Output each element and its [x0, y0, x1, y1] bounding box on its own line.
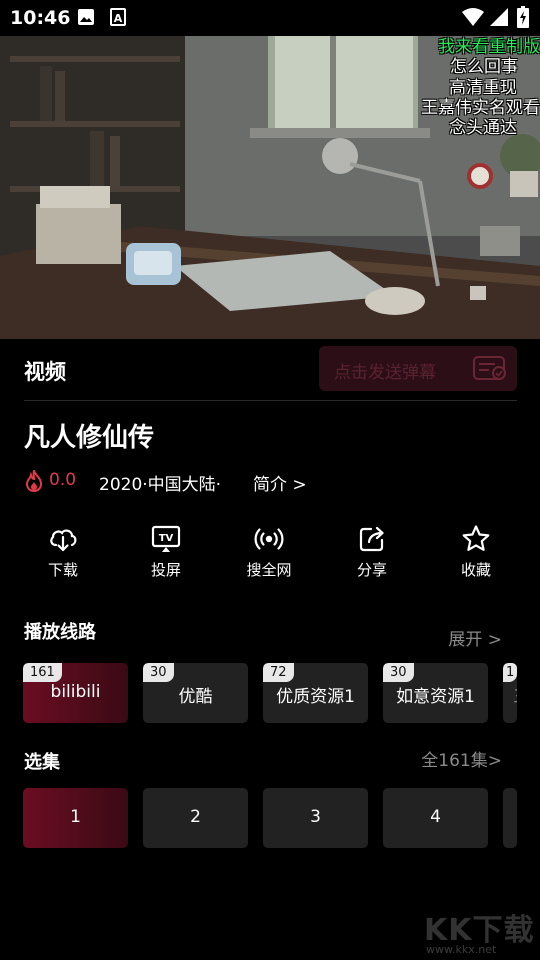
broadcast-icon	[254, 528, 284, 550]
episode-count-badge: 161	[23, 663, 62, 682]
danmaku-text: 我来看重制版	[438, 37, 540, 57]
svg-text:A: A	[114, 12, 123, 25]
episode-count-badge: 30	[383, 663, 414, 682]
watermark-url: www.kkx.net	[426, 943, 497, 956]
section-title-lines: 播放线路	[24, 622, 96, 643]
image-icon	[78, 9, 94, 25]
intro-link[interactable]: 简介 >	[253, 470, 307, 495]
tv-cast-icon: TV	[151, 525, 181, 552]
episode-number: 4	[430, 807, 441, 827]
battery-icon	[517, 6, 529, 28]
danmaku-text: 念头通达	[449, 118, 517, 138]
watermark: KK下载 www.kkx.net	[424, 905, 540, 960]
episode-button[interactable]	[503, 788, 517, 848]
signal-icon	[490, 8, 508, 26]
year-region: 2020·中国大陆·	[99, 475, 222, 495]
danmaku-comment: 高清重现	[449, 78, 517, 98]
svg-text:TV: TV	[159, 533, 174, 544]
line-name: 如意资源1	[396, 687, 475, 707]
star-icon	[462, 525, 490, 551]
all-episodes-link[interactable]: 全161集>	[421, 746, 502, 771]
episode-button[interactable]: 4	[383, 788, 488, 848]
danmaku-text: 怎么回事	[450, 57, 518, 77]
line-chip-bilibili[interactable]: 161 bilibili	[23, 663, 128, 723]
rating-score: 0.0	[49, 470, 77, 490]
danmaku-comment: 怎么回事	[450, 57, 518, 77]
section-label-video: 视频	[24, 360, 66, 384]
action-label: 分享	[356, 561, 387, 579]
line-chip-partial[interactable]: 1 三	[503, 663, 517, 723]
episode-button[interactable]: 2	[143, 788, 248, 848]
action-label: 搜全网	[246, 561, 292, 579]
action-label: 收藏	[460, 561, 491, 579]
danmaku-comment: 王嘉伟实名观看	[421, 98, 540, 118]
line-name: 优质资源1	[276, 687, 355, 707]
download-button[interactable]: 下载	[23, 524, 103, 584]
show-title: 凡人修仙传	[24, 423, 155, 453]
danmaku-comment: 我来看重制版	[438, 37, 540, 57]
line-chip-youku[interactable]: 30 优酷	[143, 663, 248, 723]
line-name: bilibili	[50, 682, 101, 702]
danmaku-text: 高清重现	[449, 78, 517, 98]
episode-number: 1	[70, 807, 81, 827]
episode-button[interactable]: 3	[263, 788, 368, 848]
favorite-button[interactable]: 收藏	[436, 524, 516, 584]
episode-number: 2	[190, 807, 201, 827]
status-bar: 10:46 A	[0, 0, 540, 36]
share-icon	[359, 526, 384, 552]
send-danmaku-placeholder: 点击发送弹幕	[334, 363, 436, 383]
video-player[interactable]: 我来看重制版 怎么回事 高清重现 王嘉伟实名观看 念头通达	[0, 36, 540, 339]
status-time: 10:46	[10, 7, 71, 29]
line-name: 优酷	[178, 687, 213, 707]
cast-button[interactable]: TV 投屏	[126, 524, 206, 584]
wifi-icon	[462, 8, 484, 26]
send-danmaku-button[interactable]: 点击发送弹幕	[319, 346, 517, 391]
episode-count-badge: 72	[263, 663, 294, 682]
line-chip-ruyi[interactable]: 30 如意资源1	[383, 663, 488, 723]
line-chip-quality[interactable]: 72 优质资源1	[263, 663, 368, 723]
danmaku-settings-icon[interactable]	[473, 356, 507, 382]
action-label: 投屏	[150, 561, 181, 579]
font-a-icon: A	[110, 8, 126, 26]
episode-button[interactable]: 1	[23, 788, 128, 848]
episode-number: 3	[310, 807, 321, 827]
section-title-episodes: 选集	[24, 752, 60, 773]
danmaku-text: 王嘉伟实名观看	[421, 98, 540, 118]
divider	[24, 400, 517, 401]
episode-count-badge: 30	[143, 663, 174, 682]
expand-lines-link[interactable]: 展开 >	[448, 625, 502, 650]
search-web-button[interactable]: 搜全网	[229, 524, 309, 584]
danmaku-comment: 念头通达	[449, 118, 517, 138]
action-label: 下载	[47, 561, 78, 579]
flame-icon	[25, 470, 43, 492]
episode-count-badge: 1	[503, 663, 517, 682]
download-cloud-icon	[50, 529, 77, 552]
line-name: 三	[513, 682, 517, 707]
share-button[interactable]: 分享	[332, 524, 412, 584]
